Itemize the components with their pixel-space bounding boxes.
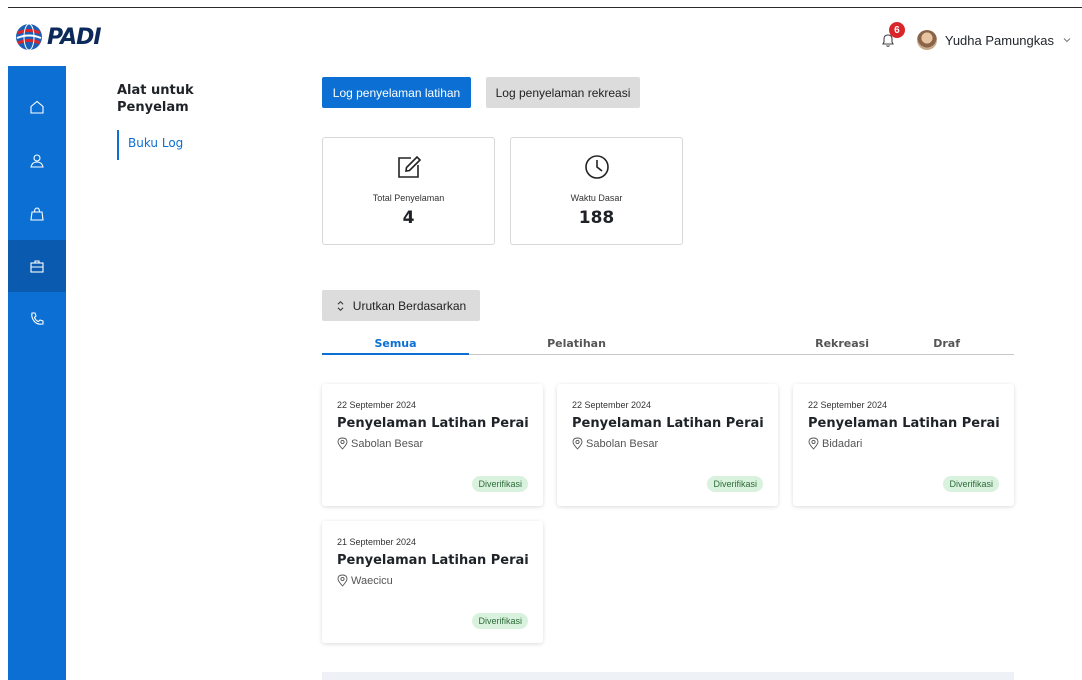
dive-location: Sabolan Besar [572,437,763,450]
home-icon [30,100,44,114]
status-badge: Diverifikasi [943,476,999,492]
briefcase-icon [30,260,44,273]
stat-bottom-time: Waktu Dasar 188 [510,137,683,245]
dive-location-label: Sabolan Besar [586,437,659,450]
training-log-button[interactable]: Log penyelaman latihan [322,77,471,108]
nav-section-title: Alat untuk Penyelam [117,83,194,115]
dive-date: 21 September 2024 [337,537,417,547]
sidebar-item-profile[interactable] [8,135,66,187]
sidebar-item-shop[interactable] [8,188,66,240]
status-badge: Diverifikasi [707,476,763,492]
dive-title: Penyelaman Latihan Perairan... [572,416,763,431]
dive-card[interactable]: 21 September 2024 Penyelaman Latihan Per… [322,521,543,643]
dive-location-label: Bidadari [822,437,863,450]
avatar[interactable] [916,30,937,50]
status-badge: Diverifikasi [472,476,528,492]
user-icon [30,154,44,168]
dive-location: Waecicu [337,574,528,587]
dive-card[interactable]: 22 September 2024 Penyelaman Latihan Per… [557,384,778,506]
dive-date: 22 September 2024 [337,400,417,410]
notification-bell[interactable]: 6 [879,22,905,49]
user-name[interactable]: Yudha Pamungkas [945,33,1054,48]
dive-location: Sabolan Besar [337,437,528,450]
stat-label: Total Penyelaman [372,193,445,203]
tab-all[interactable]: Semua [322,337,469,355]
tab-recreation[interactable]: Rekreasi [684,337,869,354]
stat-total-dives: Total Penyelaman 4 [322,137,495,245]
dive-card[interactable]: 22 September 2024 Penyelaman Latihan Per… [793,384,1014,506]
stat-label: Waktu Dasar [570,193,623,203]
chevron-down-icon[interactable] [1062,35,1072,45]
recreation-log-button[interactable]: Log penyelaman rekreasi [486,77,640,108]
stat-value: 4 [402,208,415,228]
dive-title: Penyelaman Latihan Perairan... [337,553,528,568]
phone-icon [31,312,44,325]
dive-card[interactable]: 22 September 2024 Penyelaman Latihan Per… [322,384,543,506]
dive-location: Bidadari [808,437,999,450]
stat-value: 188 [578,208,615,228]
nav-item-logbook[interactable]: Buku Log [117,130,287,160]
sort-label: Urutkan Berdasarkan [352,298,467,313]
sidebar-item-tools[interactable] [8,240,66,292]
location-pin-icon [337,437,348,450]
dive-filter-tabs: Semua Pelatihan Rekreasi Draf [322,337,1014,355]
top-header: PADI 6 Yudha Pamungkas [0,8,1082,66]
dive-location-label: Waecicu [351,574,393,587]
globe-logo-icon [16,23,42,51]
dive-date: 22 September 2024 [572,400,652,410]
dive-title: Penyelaman Latihan Perairan... [337,416,528,431]
header-user-area: 6 Yudha Pamungkas [879,22,1072,50]
sidebar-item-contact[interactable] [8,293,66,345]
logo-text: PADI [47,24,102,50]
location-pin-icon [808,437,819,450]
sort-icon [337,300,344,311]
sidebar [8,66,66,680]
dive-title: Penyelaman Latihan Perairan... [808,416,999,431]
location-pin-icon [337,574,348,587]
location-pin-icon [572,437,583,450]
dive-location-label: Sabolan Besar [351,437,424,450]
status-badge: Diverifikasi [472,613,528,629]
padi-logo[interactable]: PADI [14,22,102,52]
edit-icon [397,155,421,178]
dive-date: 22 September 2024 [808,400,888,410]
tab-training[interactable]: Pelatihan [469,337,684,354]
bag-icon [30,207,44,221]
tab-draft[interactable]: Draf [869,337,1014,354]
diver-tools-nav: Alat untuk Penyelam Buku Log [117,82,287,160]
sort-button[interactable]: Urutkan Berdasarkan [322,290,480,321]
sidebar-item-home[interactable] [8,81,66,133]
clock-icon [584,155,609,179]
notification-badge: 6 [888,22,905,38]
bottom-panel-edge [322,672,1014,680]
